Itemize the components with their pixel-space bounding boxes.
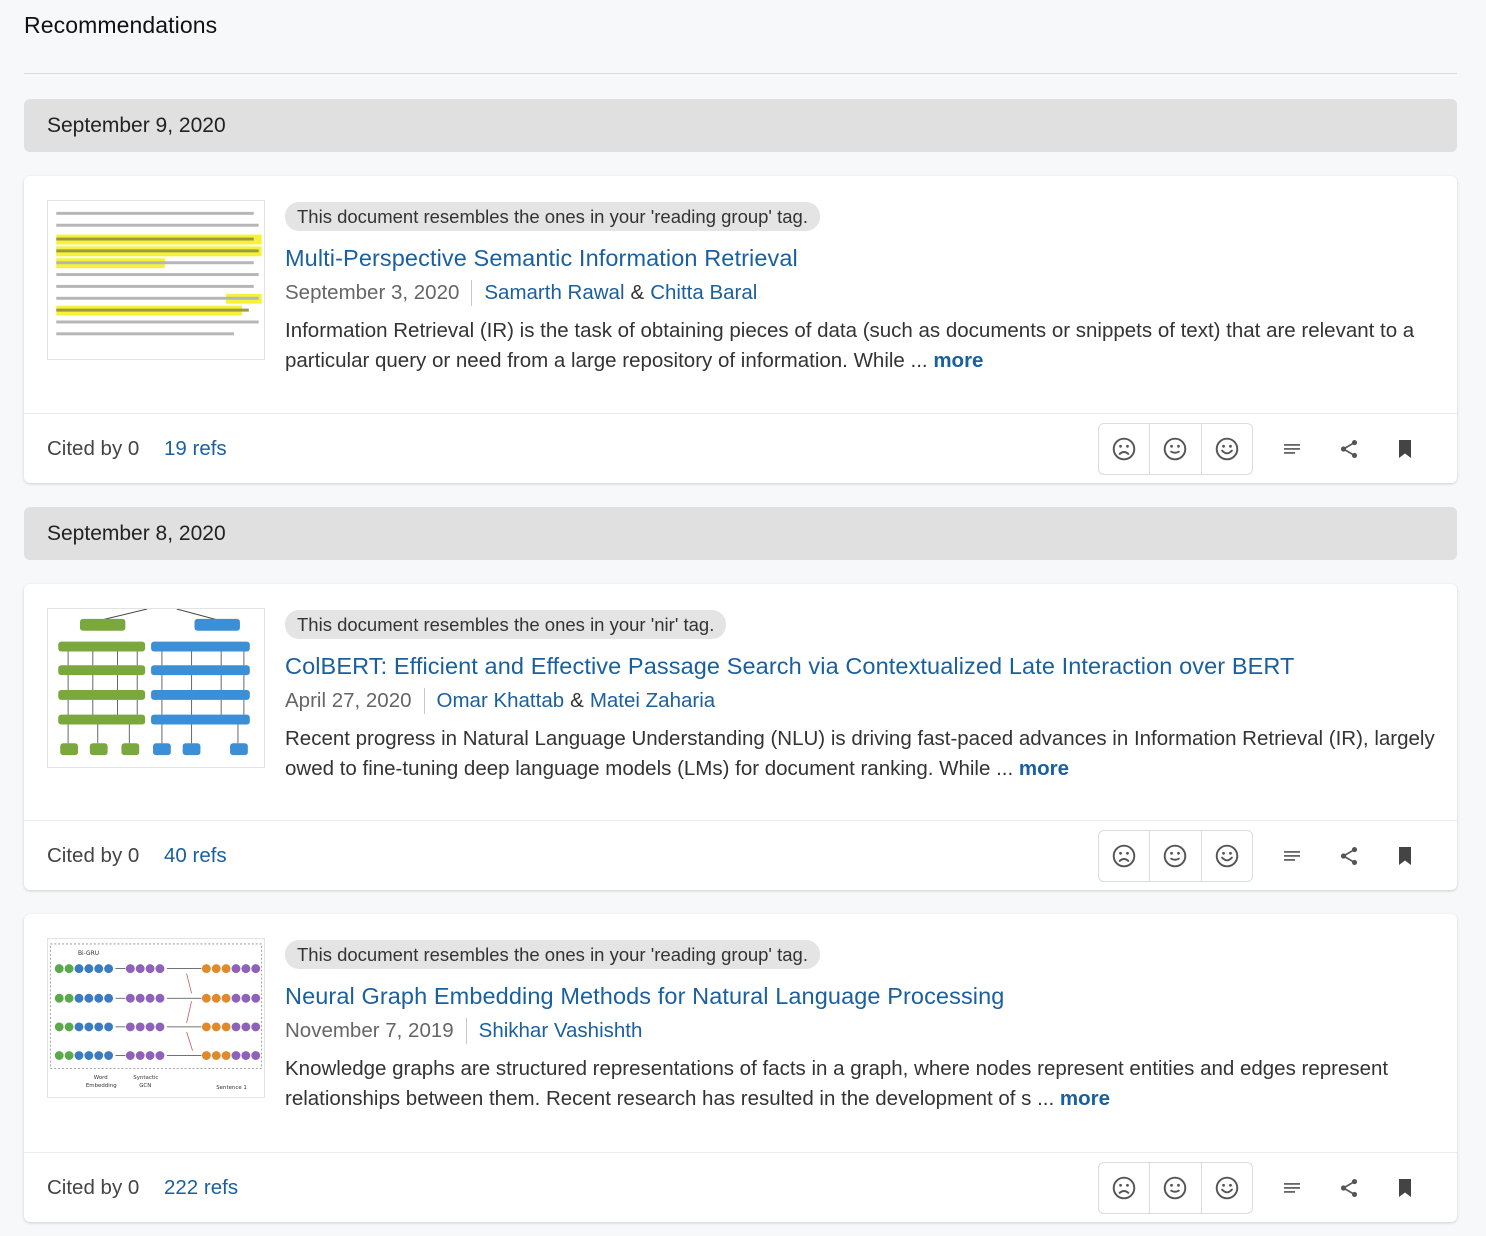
date-group-header: September 9, 2020: [24, 99, 1457, 152]
paper-thumbnail[interactable]: [47, 608, 265, 768]
notes-button[interactable]: [1279, 843, 1305, 869]
author-link[interactable]: Omar Khattab: [437, 689, 565, 713]
cited-by-count: Cited by 0: [47, 437, 140, 460]
cited-by-count: Cited by 0: [47, 844, 140, 867]
notes-icon: [1284, 851, 1300, 861]
date-group-header: September 8, 2020: [24, 507, 1457, 560]
thumb-label: GCN: [139, 1083, 151, 1089]
share-button[interactable]: [1336, 436, 1362, 462]
author-link[interactable]: Chitta Baral: [650, 281, 757, 305]
paper-abstract: Recent progress in Natural Language Unde…: [285, 724, 1437, 784]
neutral-face-icon: [1164, 1176, 1187, 1200]
paper-thumbnail[interactable]: [47, 200, 265, 360]
cited-by-count: Cited by 0: [47, 1176, 140, 1199]
meta-separator: [423, 688, 425, 714]
tag-reason-chip: This document resembles the ones in your…: [285, 610, 727, 639]
paper-card: This document resembles the ones in your…: [24, 176, 1457, 483]
neutral-button[interactable]: [1149, 1163, 1200, 1213]
tag-reason-chip: This document resembles the ones in your…: [285, 202, 820, 231]
author-link[interactable]: Matei Zaharia: [590, 689, 715, 713]
happy-face-icon: [1215, 437, 1239, 461]
dislike-button[interactable]: [1099, 1163, 1149, 1213]
more-link[interactable]: more: [933, 349, 983, 372]
bookmark-button[interactable]: [1392, 843, 1418, 869]
paper-card: Bi-GRU Word Syntactic Sentence 1 GCN Emb…: [24, 914, 1457, 1222]
feedback-group: [1098, 1162, 1253, 1214]
bookmark-button[interactable]: [1392, 1175, 1418, 1201]
paper-abstract: Knowledge graphs are structured represen…: [285, 1054, 1437, 1114]
graph-diagram-image: Bi-GRU Word Syntactic Sentence 1 GCN Emb…: [48, 939, 264, 1097]
bookmark-icon: [1399, 440, 1411, 458]
notes-button[interactable]: [1279, 436, 1305, 462]
neutral-button[interactable]: [1149, 831, 1200, 881]
author-link[interactable]: Samarth Rawal: [484, 281, 624, 305]
neutral-face-icon: [1164, 437, 1187, 461]
meta-separator: [465, 1018, 467, 1044]
bookmark-button[interactable]: [1392, 436, 1418, 462]
neutral-button[interactable]: [1149, 424, 1200, 474]
paper-title-link[interactable]: Neural Graph Embedding Methods for Natur…: [285, 983, 1437, 1010]
happy-face-icon: [1215, 1176, 1239, 1200]
neutral-face-icon: [1164, 844, 1187, 868]
share-icon: [1340, 847, 1358, 865]
paper-title-link[interactable]: ColBERT: Efficient and Effective Passage…: [285, 653, 1437, 680]
like-button[interactable]: [1200, 1163, 1252, 1213]
paper-title-link[interactable]: Multi-Perspective Semantic Information R…: [285, 245, 1437, 272]
feedback-group: [1098, 423, 1253, 475]
dislike-button[interactable]: [1099, 831, 1149, 881]
architecture-diagram-image: [48, 609, 264, 767]
title-divider: [24, 73, 1457, 74]
dislike-button[interactable]: [1099, 424, 1149, 474]
feedback-group: [1098, 830, 1253, 882]
card-footer: Cited by 0 222 refs: [24, 1152, 1457, 1222]
author-conjunction: &: [570, 689, 584, 712]
abstract-text: Information Retrieval (IR) is the task o…: [285, 319, 1415, 372]
like-button[interactable]: [1200, 424, 1252, 474]
refs-link[interactable]: 40 refs: [164, 821, 227, 891]
notes-icon: [1284, 1183, 1300, 1193]
happy-face-icon: [1215, 844, 1239, 868]
thumb-label: Sentence 1: [216, 1085, 247, 1091]
notes-button[interactable]: [1279, 1175, 1305, 1201]
bookmark-icon: [1399, 847, 1411, 865]
sad-face-icon: [1112, 437, 1136, 461]
share-button[interactable]: [1336, 1175, 1362, 1201]
publication-date: November 7, 2019: [285, 1019, 454, 1042]
abstract-text: Recent progress in Natural Language Unde…: [285, 727, 1435, 780]
share-icon: [1340, 1179, 1358, 1197]
thumb-label: Embedding: [86, 1083, 117, 1089]
refs-link[interactable]: 19 refs: [164, 414, 227, 484]
tag-reason-chip: This document resembles the ones in your…: [285, 940, 820, 969]
thumb-label: Syntactic: [133, 1075, 158, 1081]
abstract-text: Knowledge graphs are structured represen…: [285, 1057, 1389, 1110]
thumb-label: Bi-GRU: [78, 951, 99, 957]
document-preview-image: [48, 201, 264, 359]
author-link[interactable]: Shikhar Vashishth: [479, 1019, 643, 1043]
bookmark-icon: [1399, 1179, 1411, 1197]
page-title: Recommendations: [24, 12, 218, 38]
paper-thumbnail[interactable]: Bi-GRU Word Syntactic Sentence 1 GCN Emb…: [47, 938, 265, 1098]
notes-icon: [1284, 444, 1300, 454]
paper-card: This document resembles the ones in your…: [24, 584, 1457, 890]
card-footer: Cited by 0 40 refs: [24, 820, 1457, 890]
publication-date: April 27, 2020: [285, 689, 412, 712]
more-link[interactable]: more: [1060, 1087, 1110, 1110]
publication-date: September 3, 2020: [285, 281, 460, 304]
thumb-label: Word: [94, 1075, 108, 1081]
share-button[interactable]: [1336, 843, 1362, 869]
paper-abstract: Information Retrieval (IR) is the task o…: [285, 316, 1437, 376]
refs-link[interactable]: 222 refs: [164, 1153, 238, 1223]
more-link[interactable]: more: [1019, 757, 1069, 780]
sad-face-icon: [1112, 1176, 1136, 1200]
like-button[interactable]: [1200, 831, 1252, 881]
sad-face-icon: [1112, 844, 1136, 868]
author-conjunction: &: [630, 281, 645, 304]
share-icon: [1340, 440, 1358, 458]
meta-separator: [471, 280, 473, 306]
card-footer: Cited by 0 19 refs: [24, 413, 1457, 483]
